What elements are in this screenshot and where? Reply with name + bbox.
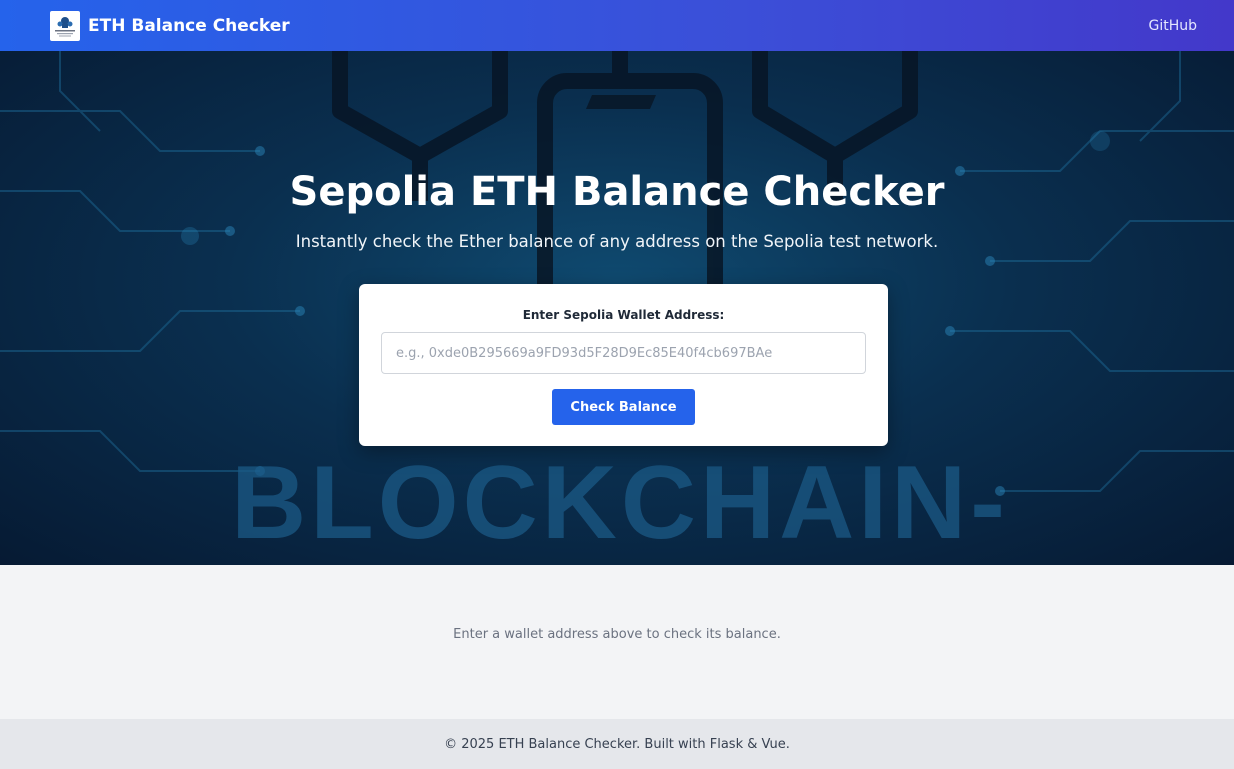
brand-link[interactable]: ETH Balance Checker (50, 10, 290, 41)
wallet-address-input[interactable] (381, 332, 866, 374)
footer-text: © 2025 ETH Balance Checker. Built with F… (444, 736, 790, 752)
page-subtitle: Instantly check the Ether balance of any… (295, 232, 939, 251)
github-link[interactable]: GitHub (1148, 18, 1197, 34)
result-message: Enter a wallet address above to check it… (453, 627, 781, 642)
navbar: ETH Balance Checker GitHub (0, 0, 1234, 51)
logo-icon (50, 10, 80, 41)
result-area: Enter a wallet address above to check it… (0, 565, 1234, 719)
blockchain-watermark: BLOCKCHAIN- (231, 445, 1009, 561)
address-label: Enter Sepolia Wallet Address: (522, 308, 725, 322)
check-balance-button[interactable]: Check Balance (552, 389, 695, 425)
brand-title: ETH Balance Checker (88, 15, 290, 36)
balance-form-card: Enter Sepolia Wallet Address: Check Bala… (359, 284, 888, 446)
hero-section: BLOCKCHAIN- Sepolia ETH Balance Checker … (0, 51, 1234, 565)
footer: © 2025 ETH Balance Checker. Built with F… (0, 719, 1234, 769)
page-title: Sepolia ETH Balance Checker (289, 169, 945, 215)
